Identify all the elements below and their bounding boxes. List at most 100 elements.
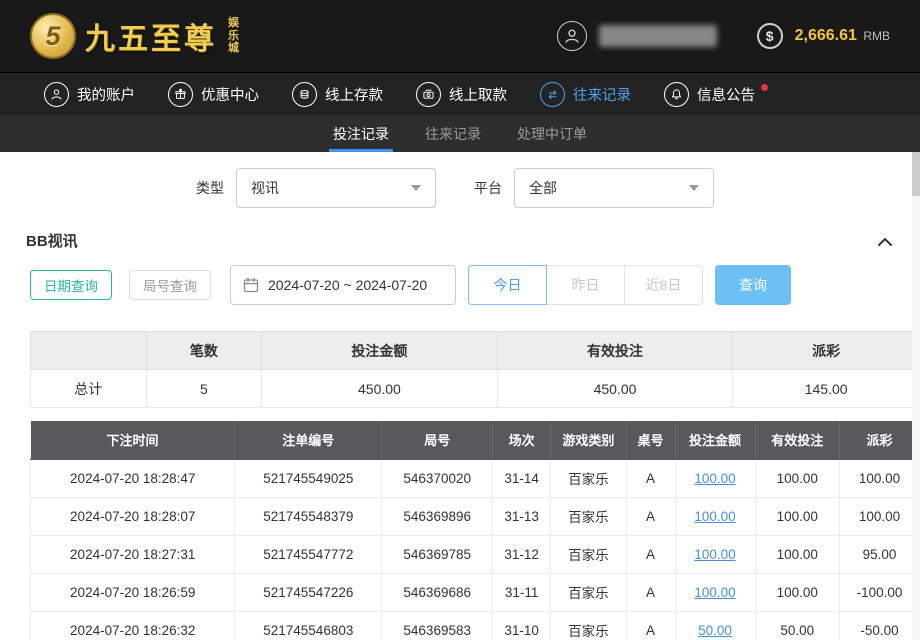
detail-header-game-type: 游戏类别 xyxy=(551,421,627,459)
tab-transaction-records[interactable]: 往来记录 xyxy=(421,115,485,152)
filter-row: 类型 视讯 平台 全部 xyxy=(0,152,920,214)
detail-table: 下注时间 注单编号 局号 场次 游戏类别 桌号 投注金额 有效投注 派彩 202… xyxy=(30,421,920,640)
table-row: 2024-07-20 18:28:47521745549025546370020… xyxy=(31,459,920,497)
detail-header-payout: 派彩 xyxy=(839,421,919,459)
detail-header-row: 下注时间 注单编号 局号 场次 游戏类别 桌号 投注金额 有效投注 派彩 xyxy=(31,421,920,459)
avatar[interactable] xyxy=(557,21,587,51)
table-row: 2024-07-20 18:28:07521745548379546369896… xyxy=(31,497,920,535)
bet-amount-link[interactable]: 100.00 xyxy=(694,585,735,600)
logo-subtitle-char: 城 xyxy=(228,42,239,55)
yesterday-button[interactable]: 昨日 xyxy=(546,265,625,305)
scrollbar-thumb[interactable] xyxy=(912,152,920,196)
withdraw-icon xyxy=(416,82,441,107)
chevron-up-icon[interactable] xyxy=(876,234,894,248)
platform-select-value: 全部 xyxy=(529,178,557,198)
table-number: A xyxy=(626,459,675,497)
logo-coin-icon: 5 xyxy=(30,13,76,59)
nav-item-announcements[interactable]: 信息公告 xyxy=(664,82,768,107)
bet-amount-link[interactable]: 100.00 xyxy=(694,509,735,524)
payout: 100.00 xyxy=(839,459,919,497)
bet-amount-link[interactable]: 50.00 xyxy=(698,623,732,638)
valid-bet: 100.00 xyxy=(755,535,839,573)
nav-item-deposit[interactable]: 线上存款 xyxy=(292,82,383,107)
payout: 100.00 xyxy=(839,497,919,535)
section-header: BB视讯 xyxy=(0,214,920,259)
round-number: 546369583 xyxy=(382,611,493,640)
summary-header-valid-bet: 有效投注 xyxy=(497,332,733,370)
bet-amount-link[interactable]: 100.00 xyxy=(694,547,735,562)
today-button[interactable]: 今日 xyxy=(468,265,547,305)
logo-subtitle: 娱 乐 城 xyxy=(228,17,239,55)
nav-item-promotions[interactable]: 优惠中心 xyxy=(168,82,259,107)
main-nav: 我的账户 优惠中心 线上存款 线上取款 往来记录 xyxy=(0,72,920,115)
table-row: 2024-07-20 18:26:59521745547226546369686… xyxy=(31,573,920,611)
logo-subtitle-char: 乐 xyxy=(228,30,239,43)
valid-bet: 100.00 xyxy=(755,497,839,535)
dollar-glyph: $ xyxy=(766,28,774,44)
valid-bet: 100.00 xyxy=(755,459,839,497)
balance: 2,666.61 RMB xyxy=(795,27,890,45)
bet-amount: 100.00 xyxy=(675,535,755,573)
bet-time: 2024-07-20 18:27:31 xyxy=(31,535,235,573)
payout: -100.00 xyxy=(839,573,919,611)
nav-item-my-account[interactable]: 我的账户 xyxy=(44,82,135,107)
chevron-down-icon xyxy=(689,185,699,191)
table-number: A xyxy=(626,611,675,640)
session: 31-10 xyxy=(493,611,551,640)
detail-header-session: 场次 xyxy=(493,421,551,459)
bet-time: 2024-07-20 18:26:32 xyxy=(31,611,235,640)
last-8-days-button[interactable]: 近8日 xyxy=(624,265,703,305)
game-type: 百家乐 xyxy=(551,611,627,640)
type-select[interactable]: 视讯 xyxy=(236,168,436,208)
calendar-icon xyxy=(243,277,259,293)
bet-id: 521745549025 xyxy=(235,459,382,497)
date-range-input[interactable]: 2024-07-20 ~ 2024-07-20 xyxy=(230,265,456,305)
table-number: A xyxy=(626,535,675,573)
bet-amount-link[interactable]: 100.00 xyxy=(694,471,735,486)
payout: 95.00 xyxy=(839,535,919,573)
bet-time: 2024-07-20 18:26:59 xyxy=(31,573,235,611)
nav-item-records[interactable]: 往来记录 xyxy=(540,82,631,107)
date-query-button[interactable]: 日期查询 xyxy=(30,270,112,300)
session: 31-13 xyxy=(493,497,551,535)
round-number: 546369686 xyxy=(382,573,493,611)
user-icon xyxy=(563,27,581,45)
session: 31-12 xyxy=(493,535,551,573)
logo-title: 九五至尊 xyxy=(85,14,217,58)
notification-dot xyxy=(761,84,768,91)
detail-header-valid-bet: 有效投注 xyxy=(755,421,839,459)
summary-valid-bet: 450.00 xyxy=(497,370,733,408)
platform-select[interactable]: 全部 xyxy=(514,168,714,208)
page: 5 九五至尊 娱 乐 城 $ 2,666.61 RMB xyxy=(0,0,920,640)
tab-betting-records[interactable]: 投注记录 xyxy=(329,115,393,152)
table-row: 2024-07-20 18:26:32521745546803546369583… xyxy=(31,611,920,640)
tab-processing-orders[interactable]: 处理中订单 xyxy=(513,115,591,152)
scrollbar-track[interactable] xyxy=(912,152,920,640)
content: 类型 视讯 平台 全部 BB视讯 日期查询 局号查询 xyxy=(0,152,920,640)
bet-id: 521745547772 xyxy=(235,535,382,573)
table-number: A xyxy=(626,497,675,535)
tab-label: 投注记录 xyxy=(333,124,389,144)
bet-id: 521745548379 xyxy=(235,497,382,535)
type-label: 类型 xyxy=(196,178,224,198)
summary-corner xyxy=(31,332,147,370)
search-button[interactable]: 查询 xyxy=(715,265,791,305)
round-query-button[interactable]: 局号查询 xyxy=(129,270,211,300)
nav-item-withdraw[interactable]: 线上取款 xyxy=(416,82,507,107)
session: 31-11 xyxy=(493,573,551,611)
platform-label: 平台 xyxy=(474,178,502,198)
deposit-icon xyxy=(292,82,317,107)
nav-label: 线上取款 xyxy=(449,84,507,105)
nav-label: 信息公告 xyxy=(697,84,755,105)
table-number: A xyxy=(626,573,675,611)
nav-label: 往来记录 xyxy=(573,84,631,105)
detail-header-time: 下注时间 xyxy=(31,421,235,459)
session: 31-14 xyxy=(493,459,551,497)
username-blurred xyxy=(599,25,717,47)
summary-total-row: 总计 5 450.00 450.00 145.00 xyxy=(31,370,920,408)
nav-label: 优惠中心 xyxy=(201,84,259,105)
site-logo[interactable]: 5 九五至尊 娱 乐 城 xyxy=(30,13,239,59)
summary-payout: 145.00 xyxy=(733,370,920,408)
valid-bet: 100.00 xyxy=(755,573,839,611)
detail-header-table: 桌号 xyxy=(626,421,675,459)
